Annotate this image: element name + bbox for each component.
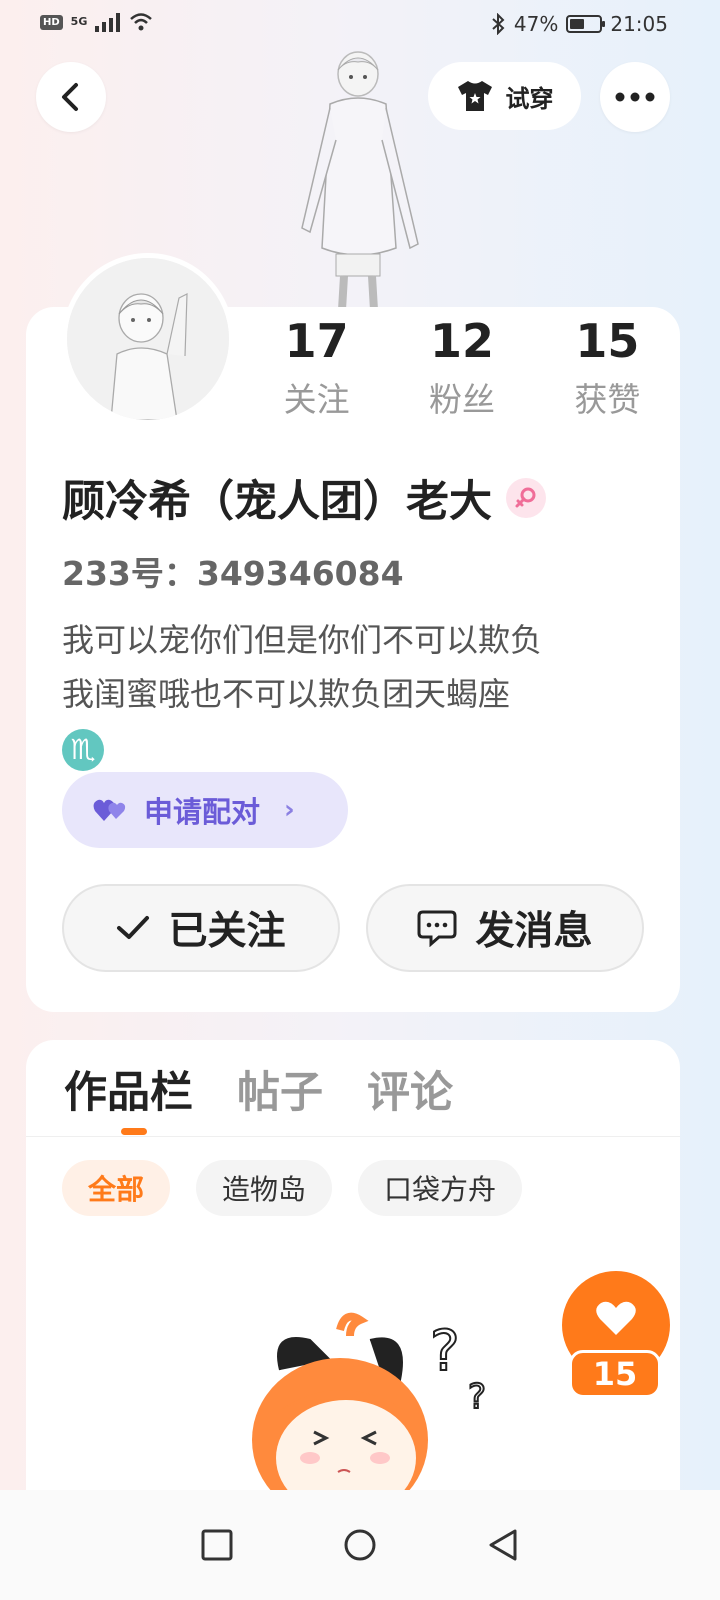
female-symbol-icon xyxy=(515,487,536,508)
followed-button[interactable]: 已关注 xyxy=(62,884,340,972)
status-right: 47% 21:05 xyxy=(490,12,668,36)
active-tab-indicator xyxy=(121,1128,147,1135)
user-id: 233号：349346084 xyxy=(62,554,404,593)
heart-icon xyxy=(596,1301,636,1335)
try-on-button[interactable]: 试穿 xyxy=(428,62,581,130)
chip-all[interactable]: 全部 xyxy=(62,1160,171,1216)
wifi-icon xyxy=(130,13,153,31)
fans-stat[interactable]: 12 粉丝 xyxy=(389,307,534,437)
tabs-divider xyxy=(26,1136,680,1137)
tshirt-icon xyxy=(457,81,492,111)
more-dots-icon xyxy=(615,92,655,102)
recent-apps-icon[interactable] xyxy=(201,1529,233,1561)
confused-mascot-image: ? ? xyxy=(252,1312,487,1500)
svg-text:?: ? xyxy=(430,1319,460,1384)
hd-badge: HD xyxy=(40,14,63,30)
avatar[interactable] xyxy=(62,253,234,425)
apply-pair-label: 申请配对 xyxy=(144,795,261,829)
network-type: 5G xyxy=(70,15,88,28)
like-count-badge: 15 xyxy=(569,1350,661,1398)
scorpio-icon: ♏ xyxy=(62,729,104,771)
system-nav-bar xyxy=(0,1490,720,1600)
message-icon xyxy=(417,910,457,947)
filter-chips: 全部 造物岛 口袋方舟 xyxy=(62,1160,523,1216)
avatar-figure-image xyxy=(301,51,419,310)
bluetooth-icon xyxy=(492,13,505,35)
send-message-button[interactable]: 发消息 xyxy=(366,884,644,972)
chevron-right-icon: › xyxy=(284,795,295,825)
bio-line: 我闺蜜哦也不可以欺负团天蝎座 xyxy=(62,675,511,713)
battery-fill xyxy=(570,19,584,29)
chip-creation-island[interactable]: 造物岛 xyxy=(196,1160,333,1216)
stats-row: 17 关注 12 粉丝 15 获赞 xyxy=(244,307,680,437)
bio-line: 我可以宠你们但是你们不可以欺负 xyxy=(62,621,543,659)
following-stat[interactable]: 17 关注 xyxy=(244,307,389,437)
tab-comments[interactable]: 评论 xyxy=(367,1058,453,1120)
following-label: 关注 xyxy=(283,380,350,419)
avatar-image xyxy=(67,258,229,420)
try-on-label: 试穿 xyxy=(505,84,554,113)
tab-works[interactable]: 作品栏 xyxy=(64,1058,193,1120)
more-button[interactable] xyxy=(600,62,670,132)
fans-label: 粉丝 xyxy=(428,380,495,419)
username-row: 顾冷希（宠人团）老大 xyxy=(62,467,546,529)
battery-icon xyxy=(566,15,606,33)
chip-pocket-ark[interactable]: 口袋方舟 xyxy=(358,1160,523,1216)
followed-label: 已关注 xyxy=(168,909,286,954)
send-message-label: 发消息 xyxy=(475,909,593,954)
back-arrow-icon xyxy=(62,83,78,111)
username: 顾冷希（宠人团）老大 xyxy=(62,477,492,527)
works-tabs: 作品栏 帖子 评论 xyxy=(64,1058,453,1120)
fans-count: 12 xyxy=(429,314,494,368)
back-button[interactable] xyxy=(36,62,106,132)
apply-pair-button[interactable]: 申请配对 › xyxy=(62,772,348,848)
bio: 我可以宠你们但是你们不可以欺负 我闺蜜哦也不可以欺负团天蝎座 ♏ xyxy=(62,613,652,775)
status-left: HD 5G xyxy=(40,12,153,32)
clock: 21:05 xyxy=(610,12,668,36)
nav-back-icon[interactable] xyxy=(487,1528,519,1562)
tab-posts[interactable]: 帖子 xyxy=(237,1058,323,1120)
following-count: 17 xyxy=(284,314,349,368)
hearts-icon xyxy=(93,799,126,821)
likes-label: 获赞 xyxy=(574,380,641,419)
likes-stat[interactable]: 15 获赞 xyxy=(535,307,680,437)
signal-icon xyxy=(95,13,121,32)
likes-count: 15 xyxy=(575,314,640,368)
check-icon xyxy=(117,916,150,939)
svg-text:?: ? xyxy=(468,1377,486,1417)
home-icon[interactable] xyxy=(343,1528,377,1562)
female-gender-icon xyxy=(506,478,546,518)
battery-percent: 47% xyxy=(513,12,559,36)
status-bar: HD 5G 47% 21:05 xyxy=(0,0,720,48)
